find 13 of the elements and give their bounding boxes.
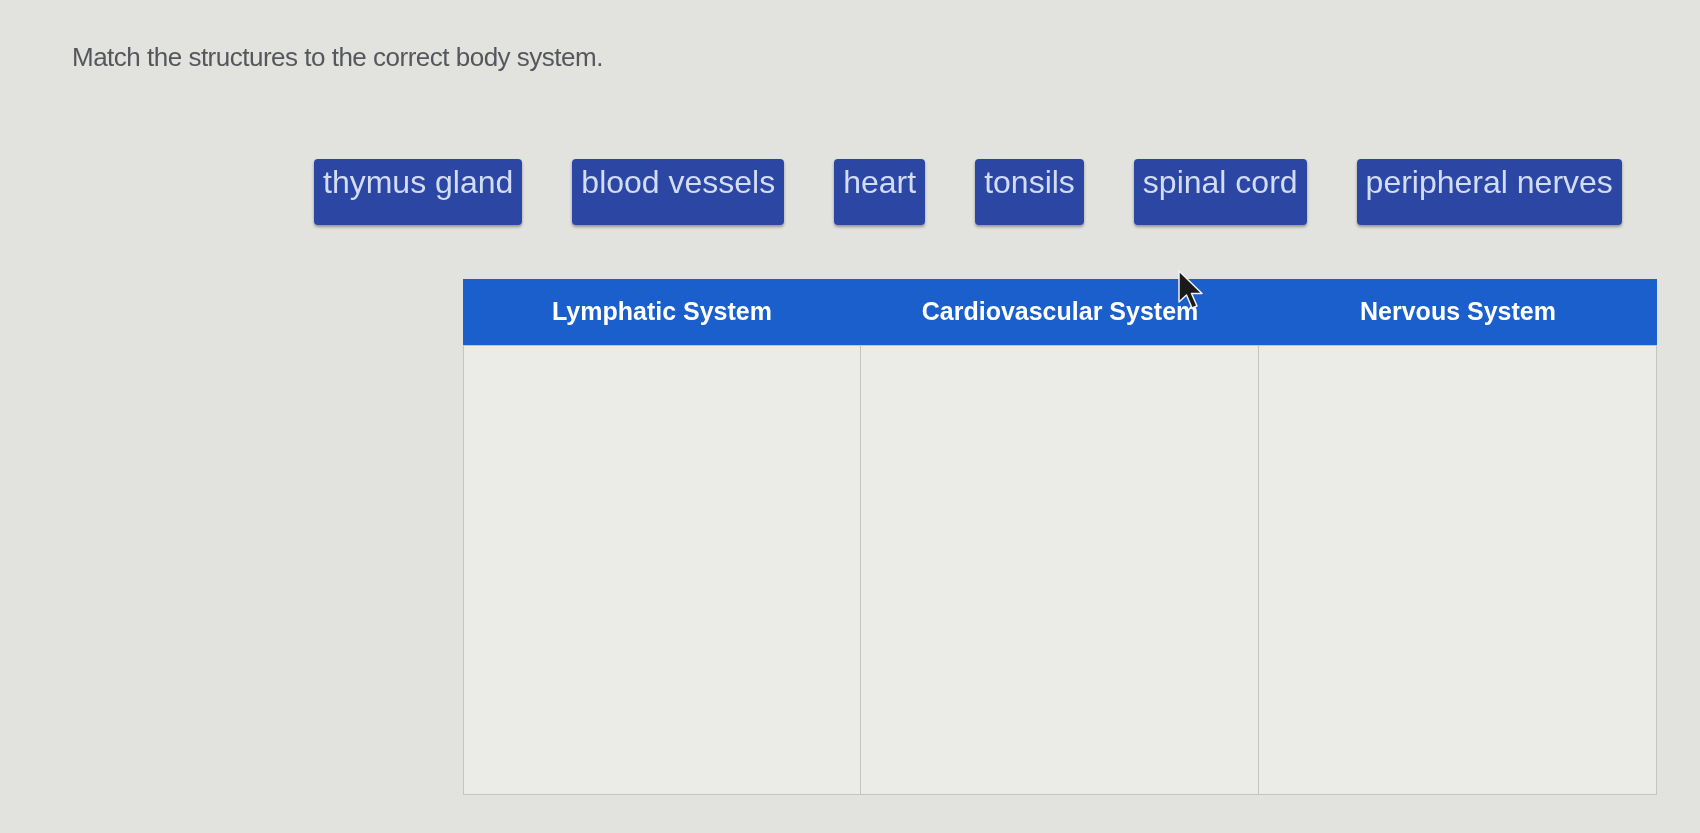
draggable-tile[interactable]: blood vessels <box>572 159 785 225</box>
column-header: Lymphatic System <box>552 296 772 328</box>
drop-zone[interactable] <box>1259 345 1657 795</box>
drop-zone[interactable] <box>463 345 861 795</box>
draggable-tile[interactable]: thymus gland <box>314 159 523 225</box>
column-header: Nervous System <box>1360 296 1556 328</box>
column-header: Cardiovascular System <box>921 296 1199 328</box>
instruction-text: Match the structures to the correct body system. <box>72 41 603 74</box>
draggable-tile[interactable]: peripheral nerves <box>1356 159 1622 225</box>
draggable-tile[interactable]: spinal cord <box>1133 159 1307 225</box>
draggable-tile[interactable]: heart <box>834 159 926 225</box>
drop-zone[interactable] <box>861 345 1259 795</box>
draggable-tile[interactable]: tonsils <box>975 159 1084 225</box>
